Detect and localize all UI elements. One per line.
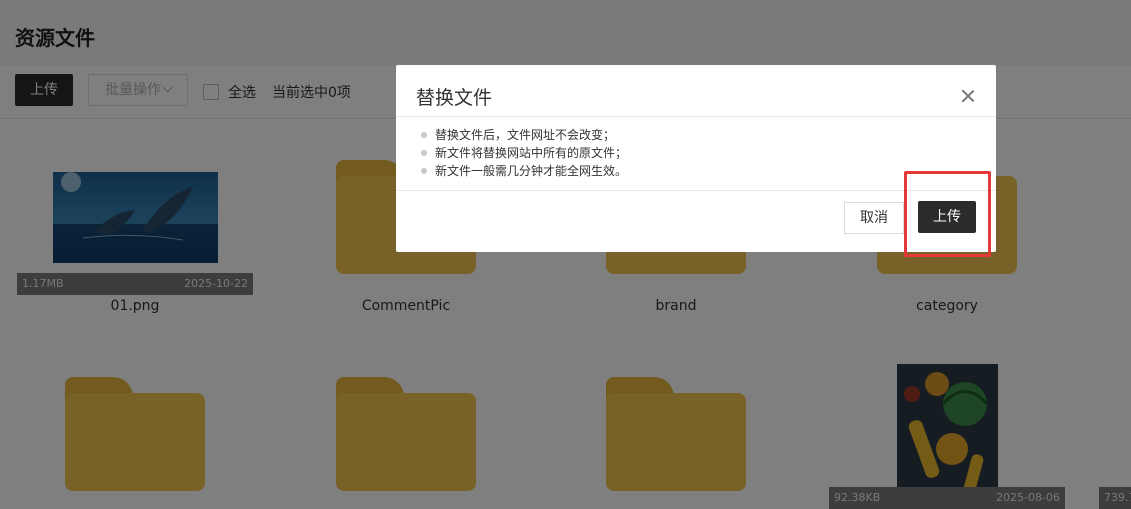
note-item: 替换文件后，文件网址不会改变；: [421, 126, 627, 144]
highlight-annotation: [904, 171, 991, 257]
note-item: 新文件一般需几分钟才能全网生效。: [421, 162, 627, 180]
close-icon[interactable]: [961, 89, 975, 103]
cancel-button[interactable]: 取消: [844, 202, 904, 234]
divider: [396, 116, 996, 117]
dialog-notes: 替换文件后，文件网址不会改变； 新文件将替换网站中所有的原文件； 新文件一般需几…: [421, 126, 627, 180]
dialog-title: 替换文件: [416, 87, 493, 109]
note-item: 新文件将替换网站中所有的原文件；: [421, 144, 627, 162]
